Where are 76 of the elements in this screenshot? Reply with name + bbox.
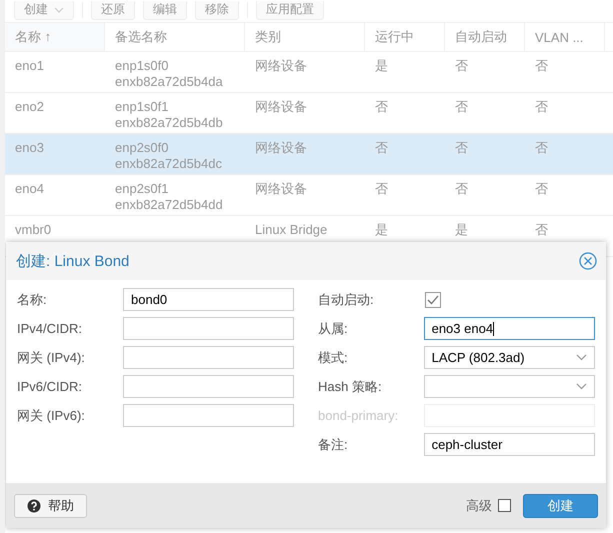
table-cell-text: 是 bbox=[374, 57, 389, 75]
table-cell-text: 网络设备 bbox=[254, 139, 308, 157]
table-cell-text: 否 bbox=[454, 180, 469, 198]
input-field[interactable] bbox=[123, 404, 294, 427]
dropdown[interactable]: LACP (802.3ad) bbox=[424, 346, 595, 369]
table-row[interactable]: eno3 enp2s0f0 enxb82a72d5b4dc 网络设备 否 否 否 bbox=[5, 134, 613, 175]
input-field[interactable]: ceph-cluster bbox=[424, 433, 595, 456]
table-cell-text: eno3 bbox=[14, 139, 45, 157]
table-cell-text: 是 bbox=[374, 221, 389, 239]
table-cell-text: enxb82a72d5b4dd bbox=[115, 197, 224, 213]
toolbar-button[interactable]: 编辑 bbox=[143, 0, 187, 20]
table-cell-text: enxb82a72d5b4dc bbox=[115, 156, 223, 172]
table-cell-text: 否 bbox=[534, 221, 549, 239]
field-label: Hash 策略: bbox=[318, 378, 383, 396]
field-label: 自动启动: bbox=[318, 290, 375, 308]
help-button[interactable]: 帮助 bbox=[14, 494, 87, 518]
table-row[interactable]: eno4 enp2s0f1 enxb82a72d5b4dd 网络设备 否 否 否 bbox=[5, 175, 613, 216]
table-cell-text: eno4 bbox=[14, 180, 45, 198]
table-cell-text: enxb82a72d5b4db bbox=[115, 115, 224, 131]
table-cell-text: 否 bbox=[454, 98, 469, 116]
table-cell-text: eno2 bbox=[14, 98, 45, 116]
input-field[interactable] bbox=[123, 317, 294, 340]
field-label: 网关 (IPv6): bbox=[17, 406, 86, 424]
table-cell-text: 否 bbox=[374, 139, 389, 157]
checkbox[interactable] bbox=[426, 292, 440, 306]
field-label: 模式: bbox=[318, 348, 349, 366]
table-cell-text: eno1 bbox=[14, 57, 45, 75]
dropdown[interactable] bbox=[424, 375, 595, 398]
column-header[interactable]: 自动启动 bbox=[445, 23, 525, 51]
table-cell-text: 否 bbox=[454, 139, 469, 157]
column-header[interactable]: 名称 ↑ bbox=[5, 23, 105, 51]
table-cell-text: 否 bbox=[534, 57, 549, 75]
table-cell-text: vmbr0 bbox=[14, 221, 52, 239]
chevron-down-icon bbox=[576, 354, 587, 361]
toolbar-button[interactable]: 应用配置 bbox=[256, 0, 324, 20]
table-cell-text: Linux Bridge bbox=[254, 221, 328, 239]
table-cell-text: 否 bbox=[534, 139, 549, 157]
table-cell-text: 否 bbox=[454, 57, 469, 75]
field-label: IPv4/CIDR: bbox=[17, 321, 84, 336]
field-label: 名称: bbox=[17, 290, 48, 308]
create-button[interactable]: 创建 bbox=[523, 494, 598, 518]
chevron-down-icon bbox=[576, 383, 587, 390]
table-cell-text: 否 bbox=[534, 180, 549, 198]
table-cell-text: enp1s0f0 bbox=[115, 58, 170, 74]
table-cell-text: enp1s0f1 bbox=[115, 99, 170, 115]
column-header[interactable]: 类别 bbox=[245, 23, 365, 51]
table-cell-text: 网络设备 bbox=[254, 57, 308, 75]
table-row[interactable]: eno1 enp1s0f0 enxb82a72d5b4da 网络设备 是 否 否 bbox=[5, 52, 613, 93]
checkbox[interactable] bbox=[498, 499, 511, 512]
caret-icon bbox=[54, 6, 64, 12]
create-menu-button[interactable]: 创建 bbox=[14, 0, 74, 20]
field-label: 从属: bbox=[318, 320, 349, 338]
input-field[interactable]: bond0 bbox=[123, 288, 294, 311]
table-cell-text: enxb82a72d5b4da bbox=[115, 74, 224, 90]
table-cell-text: 否 bbox=[534, 98, 549, 116]
table-cell-text: 网络设备 bbox=[254, 180, 308, 198]
input-field[interactable]: eno3 eno4 bbox=[424, 317, 595, 340]
field-label: 备注: bbox=[318, 436, 349, 454]
column-header[interactable]: 备选名称 bbox=[105, 23, 245, 51]
field-label: IPv6/CIDR: bbox=[17, 379, 84, 394]
field-label: 网关 (IPv4): bbox=[17, 348, 86, 366]
toolbar-button[interactable]: 移除 bbox=[195, 0, 239, 20]
column-header[interactable]: VLAN ... bbox=[525, 23, 605, 51]
question-icon bbox=[27, 498, 41, 512]
advanced-label: 高级 bbox=[466, 496, 492, 514]
table-cell-text: 是 bbox=[454, 221, 469, 239]
toolbar-button[interactable]: 还原 bbox=[91, 0, 135, 20]
table-cell-text: 网络设备 bbox=[254, 98, 308, 116]
column-header[interactable]: 运行中 bbox=[365, 23, 445, 51]
input-field[interactable] bbox=[123, 375, 294, 398]
table-cell-text: 否 bbox=[374, 98, 389, 116]
input-field[interactable] bbox=[123, 346, 294, 369]
table-cell-text: enp2s0f0 bbox=[115, 140, 170, 156]
table-cell-text: enp2s0f1 bbox=[115, 181, 170, 197]
table-cell-text: 否 bbox=[374, 180, 389, 198]
close-button[interactable] bbox=[579, 252, 597, 270]
